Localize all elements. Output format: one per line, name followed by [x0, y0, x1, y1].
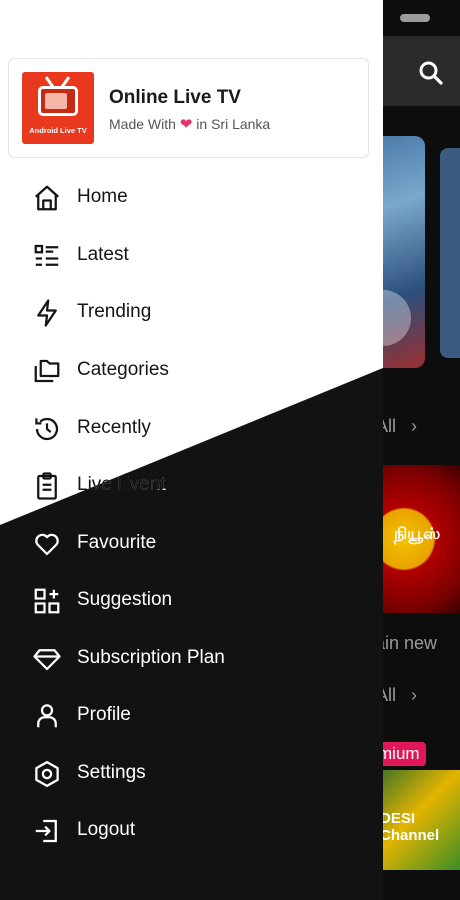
lightning-icon	[32, 298, 62, 328]
home-icon	[32, 183, 62, 213]
menu-label: Latest	[77, 244, 129, 265]
featured-banner-next[interactable]	[440, 148, 460, 358]
heart-icon: ❤	[179, 116, 193, 133]
channel-card-text: DESI Channel	[380, 810, 440, 844]
app-subtitle: Made With ❤ in Sri Lanka	[109, 116, 271, 133]
navigation-drawer: Android Live TV Online Live TV Made With…	[0, 0, 383, 900]
menu-item-favourite[interactable]: Favourite	[0, 519, 383, 569]
settings-icon	[32, 759, 62, 789]
diamond-icon	[32, 644, 62, 674]
menu-label: Logout	[77, 819, 136, 840]
menu-item-profile[interactable]: Profile	[0, 691, 383, 741]
channel-card[interactable]: DESI Channel	[370, 770, 460, 870]
app-logo: Android Live TV	[22, 72, 94, 144]
menu-item-recently[interactable]: Recently	[0, 404, 383, 454]
heart-icon	[32, 529, 62, 559]
menu-label: Profile	[77, 704, 131, 725]
list-icon	[32, 241, 62, 271]
menu-item-latest[interactable]: Latest	[0, 231, 383, 281]
menu-item-logout[interactable]: Logout	[0, 806, 383, 856]
battery-icon	[400, 14, 430, 22]
menu-item-categories[interactable]: Categories	[0, 346, 383, 396]
menu-label: Suggestion	[77, 589, 173, 610]
menu-item-subscription-plan[interactable]: Subscription Plan	[0, 634, 383, 684]
app-logo-text: Android Live TV	[29, 126, 87, 135]
grid-add-icon	[32, 586, 62, 616]
menu-item-live-event[interactable]: Live Event Live Event	[0, 461, 383, 511]
history-icon	[32, 414, 62, 444]
menu-label: Trending	[77, 301, 152, 322]
clipboard-icon	[32, 471, 62, 501]
menu-item-trending[interactable]: Trending	[0, 288, 383, 338]
menu-label: Recently	[77, 417, 151, 438]
menu-label: Categories	[77, 359, 169, 380]
menu-item-settings[interactable]: Settings	[0, 749, 383, 799]
menu-label: Subscription Plan	[77, 647, 225, 668]
channel-card-text: நியூஸ்	[394, 526, 441, 543]
menu-item-suggestion[interactable]: Suggestion	[0, 576, 383, 626]
tv-icon	[38, 86, 78, 116]
search-icon[interactable]	[416, 58, 446, 88]
menu-label: Home	[77, 186, 128, 207]
menu-item-home[interactable]: Home	[0, 173, 383, 223]
menu-label: Settings	[77, 762, 146, 783]
logout-icon	[32, 816, 62, 846]
person-icon	[32, 701, 62, 731]
app-title: Online Live TV	[109, 87, 241, 108]
folders-icon	[32, 356, 62, 386]
menu-label: Favourite	[77, 532, 157, 553]
drawer-header: Android Live TV Online Live TV Made With…	[8, 58, 369, 158]
